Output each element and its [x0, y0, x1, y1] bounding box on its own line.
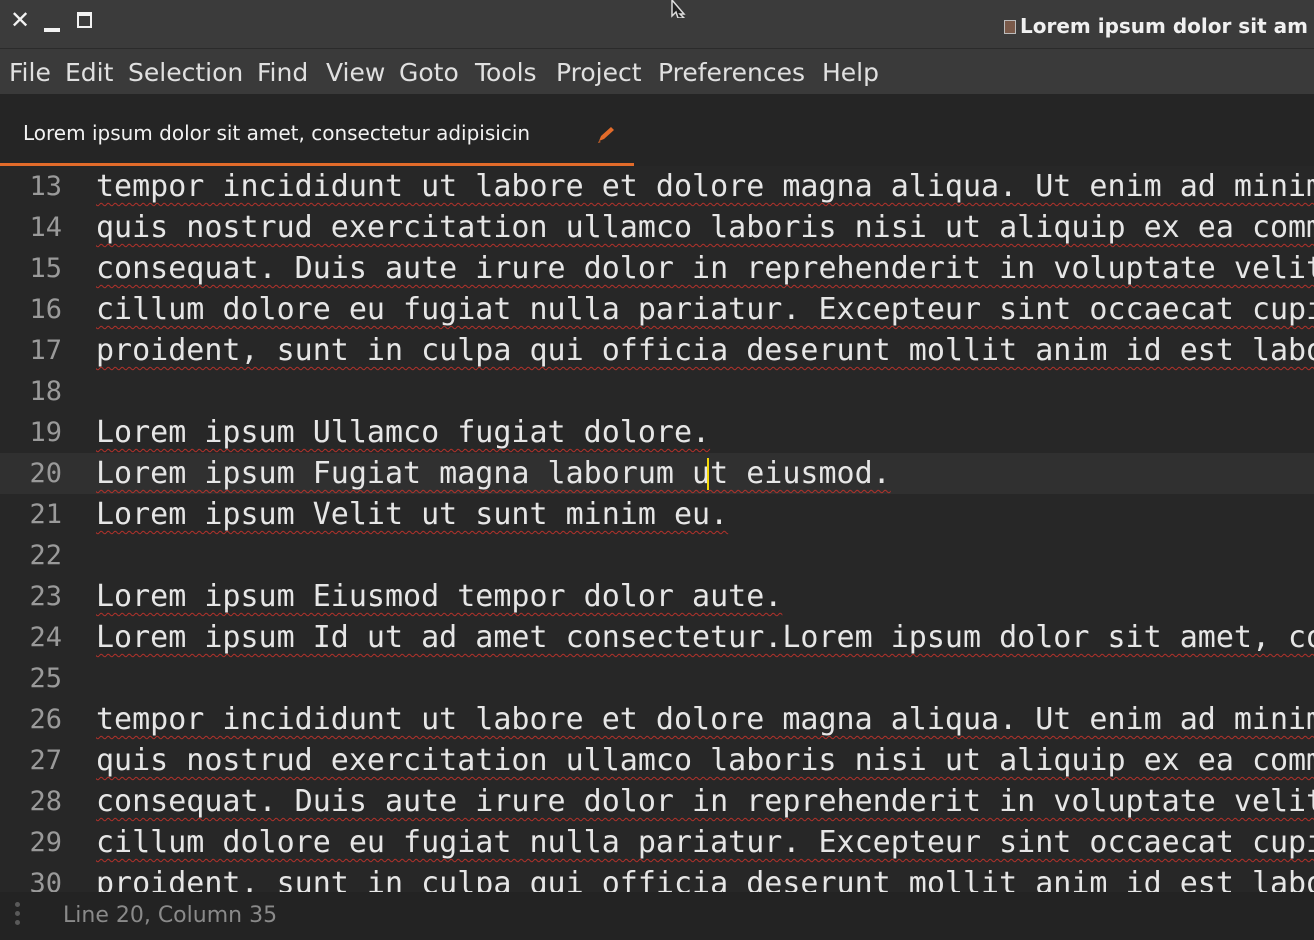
code-line: 23 Lorem ipsum Eiusmod tempor dolor aute…: [0, 576, 1314, 617]
line-text[interactable]: quis nostrud exercitation ullamco labori…: [96, 740, 1314, 781]
mouse-pointer-icon: [671, 0, 686, 18]
line-text[interactable]: Lorem ipsum Id ut ad amet consectetur.Lo…: [96, 617, 1314, 658]
line-number: 25: [29, 663, 62, 694]
line-text[interactable]: Lorem ipsum Velit ut sunt minim eu.: [96, 494, 728, 535]
pencil-icon: [598, 127, 614, 143]
line-number: 30: [29, 868, 62, 892]
code-line: 30 proident, sunt in culpa qui officia d…: [0, 863, 1314, 892]
line-text[interactable]: Lorem ipsum Fugiat magna laborum ut eius…: [96, 453, 891, 494]
line-number: 27: [29, 745, 62, 776]
maximize-icon[interactable]: [77, 12, 92, 28]
code-line: 14 quis nostrud exercitation ullamco lab…: [0, 207, 1314, 248]
code-line: 13 tempor incididunt ut labore et dolore…: [0, 166, 1314, 207]
cursor-position: Line 20, Column 35: [63, 903, 278, 928]
line-number: 17: [29, 335, 62, 366]
line-text[interactable]: tempor incididunt ut labore et dolore ma…: [96, 166, 1314, 207]
code-line: 15 consequat. Duis aute irure dolor in r…: [0, 248, 1314, 289]
code-line: 28 consequat. Duis aute irure dolor in r…: [0, 781, 1314, 822]
menu-goto[interactable]: Goto: [399, 57, 459, 89]
code-line: 19 Lorem ipsum Ullamco fugiat dolore.: [0, 412, 1314, 453]
line-number: 18: [29, 376, 62, 407]
line-number: 13: [29, 171, 62, 202]
line-text[interactable]: Lorem ipsum Ullamco fugiat dolore.: [96, 412, 710, 453]
line-text[interactable]: tempor incididunt ut labore et dolore ma…: [96, 699, 1314, 740]
line-text[interactable]: consequat. Duis aute irure dolor in repr…: [96, 781, 1314, 822]
menu-bar: File Edit Selection Find View Goto Tools…: [0, 48, 1314, 94]
text-caret: [707, 458, 709, 490]
title-bar: ✕ Lorem ipsum dolor sit am: [0, 0, 1314, 48]
menu-tools[interactable]: Tools: [475, 57, 537, 89]
tab-label: Lorem ipsum dolor sit amet, consectetur …: [23, 121, 531, 145]
line-number: 23: [29, 581, 62, 612]
line-text[interactable]: cillum dolore eu fugiat nulla pariatur. …: [96, 822, 1314, 863]
code-line: 24 Lorem ipsum Id ut ad amet consectetur…: [0, 617, 1314, 658]
editor-area[interactable]: 13 tempor incididunt ut labore et dolore…: [0, 166, 1314, 892]
menu-project[interactable]: Project: [556, 57, 642, 89]
window-title: Lorem ipsum dolor sit am: [1004, 13, 1308, 39]
close-icon[interactable]: ✕: [9, 6, 31, 34]
menu-file[interactable]: File: [9, 57, 51, 89]
status-bar: Line 20, Column 35: [0, 892, 1314, 940]
code-line: 17 proident, sunt in culpa qui officia d…: [0, 330, 1314, 371]
line-number: 28: [29, 786, 62, 817]
line-number: 16: [29, 294, 62, 325]
menu-view[interactable]: View: [326, 57, 385, 89]
menu-find[interactable]: Find: [257, 57, 308, 89]
menu-help[interactable]: Help: [822, 57, 879, 89]
line-text[interactable]: consequat. Duis aute irure dolor in repr…: [96, 248, 1314, 289]
line-number: 21: [29, 499, 62, 530]
line-text[interactable]: Lorem ipsum Eiusmod tempor dolor aute.: [96, 576, 782, 617]
code-line: 16 cillum dolore eu fugiat nulla pariatu…: [0, 289, 1314, 330]
line-text[interactable]: proident, sunt in culpa qui officia dese…: [96, 330, 1314, 371]
line-number: 14: [29, 212, 62, 243]
code-line: 21 Lorem ipsum Velit ut sunt minim eu.: [0, 494, 1314, 535]
drag-handle-icon[interactable]: [15, 902, 20, 929]
line-number: 26: [29, 704, 62, 735]
tab-active-file[interactable]: Lorem ipsum dolor sit amet, consectetur …: [0, 94, 634, 166]
window-title-text: Lorem ipsum dolor sit am: [1020, 14, 1308, 38]
menu-edit[interactable]: Edit: [65, 57, 113, 89]
tab-bar: Lorem ipsum dolor sit amet, consectetur …: [0, 94, 1314, 166]
line-number: 24: [29, 622, 62, 653]
line-text[interactable]: cillum dolore eu fugiat nulla pariatur. …: [96, 289, 1314, 330]
line-number: 20: [29, 458, 62, 489]
document-icon: [1004, 20, 1016, 34]
code-line: 22: [0, 535, 1314, 576]
line-text[interactable]: proident, sunt in culpa qui officia dese…: [96, 863, 1314, 892]
line-number: 29: [29, 827, 62, 858]
code-line: 29 cillum dolore eu fugiat nulla pariatu…: [0, 822, 1314, 863]
code-line: 27 quis nostrud exercitation ullamco lab…: [0, 740, 1314, 781]
code-line-current: 20 Lorem ipsum Fugiat magna laborum ut e…: [0, 453, 1314, 494]
menu-selection[interactable]: Selection: [128, 57, 243, 89]
code-line: 26 tempor incididunt ut labore et dolore…: [0, 699, 1314, 740]
minimize-icon[interactable]: [44, 28, 60, 32]
code-line: 18: [0, 371, 1314, 412]
line-number: 22: [29, 540, 62, 571]
line-number: 19: [29, 417, 62, 448]
line-text[interactable]: quis nostrud exercitation ullamco labori…: [96, 207, 1314, 248]
line-number: 15: [29, 253, 62, 284]
menu-preferences[interactable]: Preferences: [658, 57, 805, 89]
code-line: 25: [0, 658, 1314, 699]
